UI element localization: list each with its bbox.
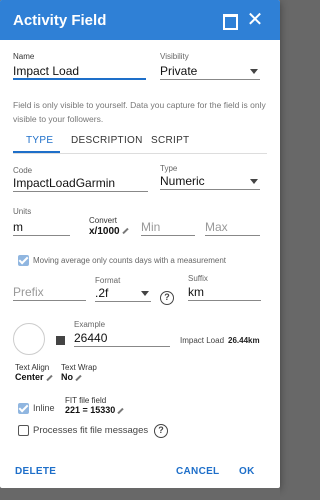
fit-file-field-value: 221 = 15330 [65, 405, 116, 415]
chevron-down-icon [141, 291, 149, 296]
units-label: Units [13, 207, 32, 216]
pencil-icon [117, 407, 124, 414]
dialog-title: Activity Field [13, 12, 107, 29]
convert-value: x/1000 [89, 226, 120, 237]
example-label: Example [74, 320, 106, 329]
help-circle-icon[interactable]: ? [154, 424, 168, 438]
pencil-icon [45, 374, 53, 381]
chevron-down-icon [250, 179, 258, 184]
example-preview-name: Impact Load [180, 336, 225, 345]
example-value: 26440 [74, 331, 108, 345]
text-align-value: Center [15, 372, 44, 382]
chevron-down-icon [250, 69, 258, 74]
max-placeholder: Max [205, 220, 228, 234]
text-wrap-control[interactable]: No [61, 372, 82, 382]
units-value: m [13, 220, 23, 234]
visibility-select[interactable]: Private [160, 62, 260, 80]
backdrop-strip [0, 488, 280, 500]
color-picker-circle[interactable] [13, 323, 45, 355]
text-wrap-value: No [61, 372, 73, 382]
maximize-icon[interactable] [219, 10, 239, 30]
name-input[interactable]: Impact Load [13, 62, 146, 80]
type-value: Numeric [160, 174, 205, 188]
format-select[interactable]: .2f [95, 284, 151, 302]
text-align-control[interactable]: Center [15, 372, 53, 382]
tab-script[interactable]: SCRIPT [151, 135, 189, 146]
suffix-input[interactable]: km [188, 283, 261, 301]
processes-fit-label: Processes fit file messages [33, 425, 149, 436]
code-value: ImpactLoadGarmin [13, 176, 116, 190]
fit-file-field-label: FIT file field [65, 396, 107, 405]
moving-average-label: Moving average only counts days with a m… [33, 256, 226, 265]
processes-fit-checkbox[interactable] [18, 425, 29, 436]
delete-button[interactable]: DELETE [15, 466, 56, 477]
help-circle-icon[interactable]: ? [160, 291, 174, 305]
visibility-value: Private [160, 64, 198, 78]
text-align-label: Text Align [15, 363, 50, 372]
cancel-button[interactable]: CANCEL [176, 466, 219, 477]
units-input[interactable]: m [13, 218, 70, 236]
inline-checkbox[interactable] [18, 403, 29, 414]
name-label: Name [13, 52, 35, 61]
suffix-value: km [188, 285, 204, 299]
visibility-label: Visibility [160, 52, 189, 61]
prefix-placeholder: Prefix [13, 285, 44, 299]
inline-label: Inline [33, 403, 55, 413]
max-input[interactable]: Max [205, 218, 260, 236]
active-tab-indicator [13, 151, 60, 153]
format-value: .2f [95, 286, 109, 300]
text-wrap-label: Text Wrap [61, 363, 97, 372]
convert-value-control[interactable]: x/1000 [89, 226, 129, 237]
tab-bar: TYPE DESCRIPTION SCRIPT [13, 130, 267, 154]
convert-label: Convert [89, 216, 118, 225]
code-input[interactable]: ImpactLoadGarmin [13, 174, 148, 192]
moving-average-checkbox[interactable] [18, 255, 29, 266]
pencil-icon [75, 374, 82, 381]
color-swatch[interactable] [56, 336, 65, 345]
pencil-icon [121, 228, 129, 235]
ok-button[interactable]: OK [239, 466, 255, 477]
name-value: Impact Load [13, 64, 80, 78]
example-preview-value: 26.44km [228, 336, 260, 345]
fit-file-field-control[interactable]: 221 = 15330 [65, 405, 124, 415]
prefix-input[interactable]: Prefix [13, 283, 86, 301]
visibility-info-text: Field is only visible to yourself. Data … [13, 100, 266, 124]
tab-type[interactable]: TYPE [26, 135, 53, 146]
dialog-titlebar: Activity Field ✕ [0, 0, 280, 40]
min-input[interactable]: Min [141, 218, 195, 236]
type-select[interactable]: Numeric [160, 172, 260, 190]
tab-description[interactable]: DESCRIPTION [71, 135, 143, 146]
min-placeholder: Min [141, 220, 161, 234]
suffix-label: Suffix [188, 274, 208, 283]
activity-field-dialog: Activity Field ✕ Name Impact Load Visibi… [0, 0, 280, 488]
example-input[interactable]: 26440 [74, 329, 170, 347]
close-icon[interactable]: ✕ [245, 10, 265, 30]
